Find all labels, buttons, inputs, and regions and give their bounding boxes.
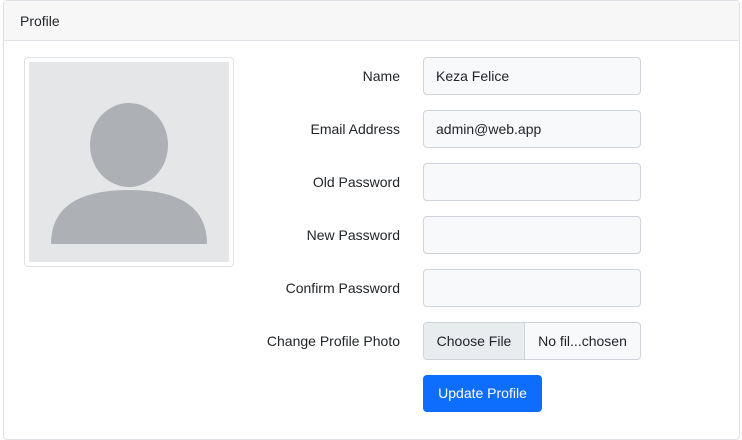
- name-row: Name: [240, 57, 642, 95]
- name-field[interactable]: [423, 57, 641, 95]
- update-profile-button[interactable]: Update Profile: [423, 375, 542, 412]
- confirm-password-label: Confirm Password: [285, 280, 400, 296]
- avatar-thumbnail: [24, 57, 234, 267]
- old-password-label: Old Password: [312, 174, 400, 190]
- choose-file-button[interactable]: Choose File: [424, 323, 525, 359]
- email-row: Email Address: [240, 110, 642, 148]
- old-password-row: Old Password: [240, 163, 642, 201]
- email-label: Email Address: [310, 121, 400, 137]
- email-field[interactable]: [423, 110, 641, 148]
- new-password-field[interactable]: [423, 216, 641, 254]
- confirm-password-row: Confirm Password: [240, 269, 642, 307]
- profile-photo-file-input[interactable]: Choose File No fil...chosen: [423, 322, 641, 360]
- avatar: [29, 62, 229, 262]
- file-status-text: No fil...chosen: [538, 333, 627, 349]
- confirm-password-field[interactable]: [423, 269, 641, 307]
- person-placeholder-icon: [51, 103, 207, 244]
- name-label: Name: [362, 68, 400, 84]
- profile-photo-label: Change Profile Photo: [266, 333, 400, 349]
- card-title: Profile: [20, 13, 60, 29]
- new-password-label: New Password: [306, 227, 400, 243]
- old-password-field[interactable]: [423, 163, 641, 201]
- new-password-row: New Password: [240, 216, 642, 254]
- profile-photo-row: Change Profile Photo Choose File No fil.…: [240, 322, 642, 360]
- card-header: Profile: [4, 1, 739, 41]
